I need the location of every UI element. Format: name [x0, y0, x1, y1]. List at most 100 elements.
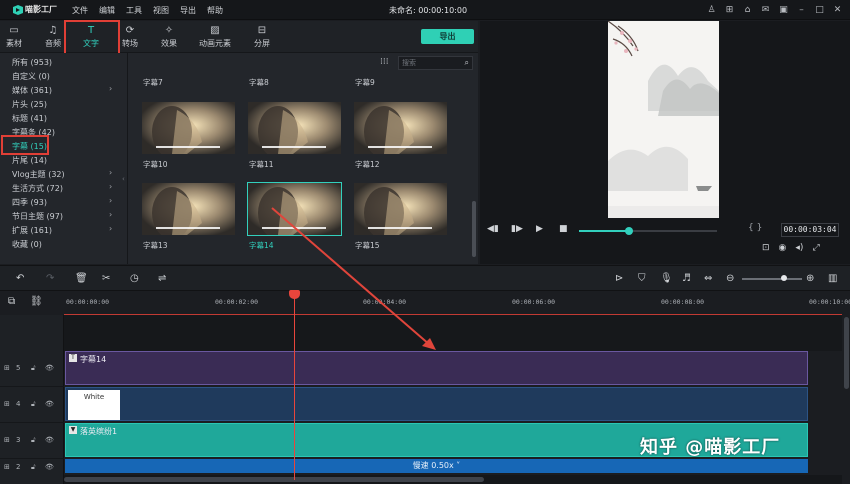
chevron-right-icon[interactable]: ›	[109, 182, 112, 191]
mic-icon[interactable]: 🎙︎	[660, 273, 673, 284]
empty-track	[64, 315, 842, 351]
category-vlog[interactable]: Vlog主题 (32)	[12, 169, 65, 180]
render-icon[interactable]: ⊡	[762, 243, 770, 253]
chevron-right-icon[interactable]: ›	[109, 168, 112, 177]
category-all[interactable]: 所有 (953)	[12, 57, 52, 68]
category-lifestyle[interactable]: 生活方式 (72)	[12, 183, 63, 194]
timeline-ruler[interactable]: 00:00:00:00 00:00:02:00 00:00:04:00 00:0…	[64, 291, 850, 315]
rewind-icon[interactable]: ◀▮	[487, 224, 499, 234]
category-custom[interactable]: 自定义 (0)	[12, 71, 50, 82]
category-ending[interactable]: 片尾 (14)	[12, 155, 47, 166]
menu-export[interactable]: 导出	[180, 5, 196, 16]
volume-icon[interactable]: ◂)	[795, 243, 803, 253]
lock-icon[interactable]: 🔓︎	[31, 364, 36, 373]
fullscreen-icon[interactable]: ⤢	[812, 243, 819, 253]
stop-icon[interactable]: ■	[559, 224, 568, 234]
collapse-left-icon[interactable]: ‹	[122, 175, 125, 183]
playhead-line[interactable]	[294, 295, 295, 480]
tab-media[interactable]: ▭ 素材	[0, 24, 34, 52]
audio-mixer-icon[interactable]: ♬	[682, 273, 691, 284]
category-media[interactable]: 媒体 (361)	[12, 85, 52, 96]
progress-fill	[579, 230, 629, 232]
chevron-right-icon[interactable]: ›	[109, 196, 112, 205]
thumbnail-subtitle15[interactable]	[354, 183, 447, 235]
lock-icon[interactable]: 🔓︎	[31, 400, 36, 409]
menu-help[interactable]: 帮助	[207, 5, 223, 16]
white-color-clip[interactable]: White	[68, 390, 120, 420]
progress-bar[interactable]	[579, 227, 717, 235]
tab-split-screen[interactable]: ⊟ 分屏	[242, 24, 282, 52]
grid-view-icon[interactable]: ⁞⁞⁞	[380, 57, 390, 67]
play-icon[interactable]: ▶	[536, 224, 543, 234]
title-bar: 喵影工厂 文件 编辑 工具 视图 导出 帮助 未命名: 00:00:10:00 …	[0, 0, 850, 20]
category-favorites[interactable]: 收藏 (0)	[12, 239, 42, 250]
user-icon[interactable]: ♙	[704, 3, 719, 17]
track-vertical-scrollbar[interactable]	[843, 315, 850, 484]
zoom-slider[interactable]	[742, 278, 802, 280]
eye-icon[interactable]: 👁︎	[45, 364, 54, 372]
chevron-right-icon[interactable]: ›	[109, 224, 112, 233]
eye-icon[interactable]: 👁︎	[45, 400, 54, 408]
add-track-icon[interactable]: ⧉	[8, 296, 15, 307]
thumbnail-subtitle14[interactable]	[247, 182, 342, 236]
search-box: ⌕	[398, 56, 473, 70]
adjust-icon[interactable]: ⇌	[158, 273, 166, 284]
mail-icon[interactable]: ✉	[758, 3, 773, 17]
track-vertical-scroll-thumb[interactable]	[844, 317, 849, 389]
search-input[interactable]	[402, 58, 457, 68]
snapshot-icon[interactable]: ◉	[779, 243, 787, 253]
step-back-icon[interactable]: ▮▶	[511, 224, 523, 234]
thumbnail-subtitle10[interactable]	[142, 102, 235, 154]
zoom-knob[interactable]	[781, 275, 787, 281]
thumbnail-subtitle12[interactable]	[354, 102, 447, 154]
save-icon[interactable]: ▣	[776, 3, 791, 17]
menu-file[interactable]: 文件	[72, 5, 88, 16]
zoom-out-icon[interactable]: ⊖	[726, 273, 734, 284]
fit-icon[interactable]: ⇔	[704, 273, 712, 284]
tab-effects[interactable]: ✧ 效果	[149, 24, 189, 52]
speed-bar[interactable]: 慢速 0.50x ˅	[65, 459, 808, 473]
cut-icon[interactable]: ✂	[102, 273, 110, 284]
category-list: 所有 (953) 自定义 (0) 媒体 (361) › 片头 (25) 标题 (…	[0, 53, 128, 264]
playhead-handle[interactable]	[289, 290, 300, 299]
tab-elements[interactable]: ▨ 动画元素	[195, 24, 235, 52]
category-title[interactable]: 标题 (41)	[12, 113, 47, 124]
menu-tools[interactable]: 工具	[126, 5, 142, 16]
gift-icon[interactable]: ⌂	[740, 3, 755, 17]
category-opener[interactable]: 片头 (25)	[12, 99, 47, 110]
timeline-scroll-thumb[interactable]	[64, 477, 484, 482]
lock-icon[interactable]: 🔓︎	[31, 436, 36, 445]
marker-icon[interactable]: ⛉	[638, 273, 646, 284]
chevron-right-icon[interactable]: ›	[109, 84, 112, 93]
category-extensions[interactable]: 扩展 (161)	[12, 225, 52, 236]
close-icon[interactable]: ✕	[830, 3, 845, 17]
library-scrollbar[interactable]	[472, 201, 476, 257]
zoom-in-icon[interactable]: ⊕	[806, 273, 814, 284]
search-icon[interactable]: ⌕	[465, 58, 469, 68]
menu-edit[interactable]: 编辑	[99, 5, 115, 16]
thumbnail-subtitle11[interactable]	[248, 102, 341, 154]
play-circle-icon[interactable]: ⊳	[615, 273, 623, 284]
braces-label[interactable]: { }	[748, 223, 762, 233]
timeline-scrollbar[interactable]	[64, 475, 842, 484]
progress-knob[interactable]	[624, 227, 633, 235]
export-button[interactable]: 导出	[421, 29, 474, 44]
layout-icon[interactable]: ▥	[828, 273, 837, 284]
minimize-icon[interactable]: –	[794, 3, 809, 17]
cart-icon[interactable]: ⊞	[722, 3, 737, 17]
clock-icon[interactable]: ◷	[130, 273, 139, 284]
maximize-icon[interactable]: □	[812, 3, 827, 17]
delete-icon[interactable]: 🗑︎	[75, 273, 88, 284]
chevron-right-icon[interactable]: ›	[109, 210, 112, 219]
redo-icon[interactable]: ↷	[46, 273, 54, 284]
eye-icon[interactable]: 👁︎	[45, 436, 54, 444]
eye-icon[interactable]: 👁︎	[45, 463, 54, 471]
link-icon[interactable]: ⛓	[30, 296, 43, 307]
category-holidays[interactable]: 节日主题 (97)	[12, 211, 63, 222]
category-seasons[interactable]: 四季 (93)	[12, 197, 47, 208]
undo-icon[interactable]: ↶	[16, 273, 24, 284]
title-clip[interactable]: T 字幕14	[65, 351, 808, 385]
thumbnail-subtitle13[interactable]	[142, 183, 235, 235]
menu-view[interactable]: 视图	[153, 5, 169, 16]
lock-icon[interactable]: 🔓︎	[31, 463, 36, 472]
